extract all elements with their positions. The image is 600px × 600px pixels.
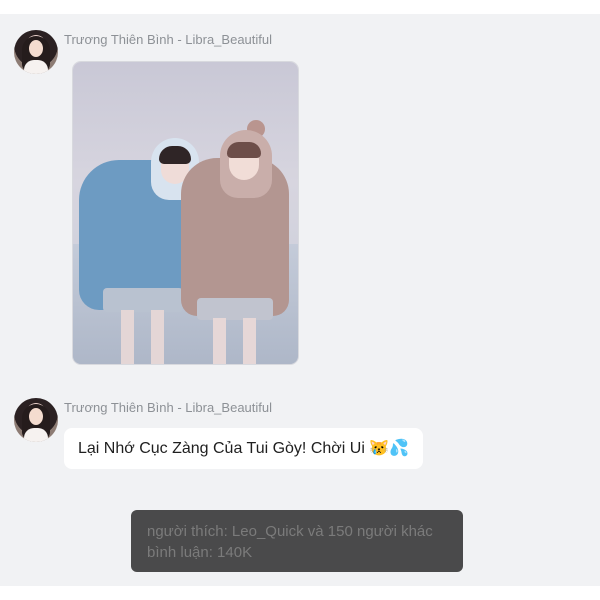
- message-photo[interactable]: [73, 62, 298, 364]
- photo-leg: [213, 318, 226, 364]
- reaction-toast: người thích: Leo_Quick và 150 người khác…: [131, 510, 463, 572]
- photo-pink-skirt: [197, 298, 273, 320]
- photo-hair: [227, 142, 261, 158]
- sender-name[interactable]: Trương Thiên Bình - Libra_Beautiful: [64, 32, 272, 47]
- sender-name[interactable]: Trương Thiên Bình - Libra_Beautiful: [64, 400, 272, 415]
- avatar-body: [24, 60, 48, 74]
- photo-blue-skirt: [103, 288, 183, 312]
- message-bubble[interactable]: Lại Nhớ Cục Zàng Của Tui Gòy! Chời Ui 😿💦: [64, 428, 424, 469]
- photo-leg: [121, 310, 134, 364]
- avatar[interactable]: [14, 30, 58, 74]
- photo-hair: [159, 146, 191, 164]
- text-message: Trương Thiên Bình - Libra_Beautiful Lại …: [14, 398, 434, 478]
- likes-text: người thích: Leo_Quick và 150 người khác: [147, 523, 433, 540]
- image-message: Trương Thiên Bình - Libra_Beautiful: [14, 30, 314, 370]
- avatar-face: [29, 40, 43, 57]
- avatar[interactable]: [14, 398, 58, 442]
- chat-area[interactable]: Trương Thiên Bình - Libra_Beautiful Trươ…: [0, 14, 600, 586]
- avatar-body: [24, 428, 48, 442]
- comments-count: bình luận: 140K: [147, 544, 253, 561]
- photo-leg: [151, 310, 164, 364]
- photo-leg: [243, 318, 256, 364]
- avatar-face: [29, 408, 43, 425]
